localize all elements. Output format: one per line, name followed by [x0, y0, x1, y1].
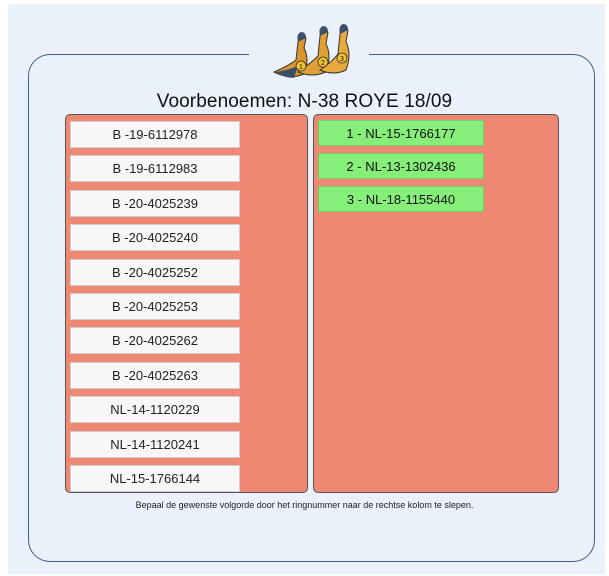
ranked-ring-chip[interactable]: 3 - NL-18-1155440 [318, 186, 484, 212]
ring-chip[interactable]: B -20-4025252 [70, 258, 240, 286]
ring-chip[interactable]: B -20-4025253 [70, 293, 240, 320]
svg-text:1: 1 [299, 64, 303, 71]
ring-chip[interactable]: B -19-6112983 [70, 155, 240, 183]
ring-chip[interactable]: B -20-4025240 [70, 224, 240, 252]
svg-text:3: 3 [340, 56, 344, 63]
page-title: Voorbenoemen: N-38 ROYE 18/09 [156, 91, 453, 112]
ring-chip[interactable]: NL-14-1120229 [70, 396, 240, 424]
unassigned-rings-column[interactable]: B -19-6112978 B -19-6112983 B -20-4025239 B… [65, 114, 308, 493]
pigeons-logo-icon: 1 2 3 [272, 24, 350, 78]
ring-chip[interactable]: NL-15-1766144 [70, 465, 240, 492]
ring-chip[interactable]: B -20-4025263 [70, 361, 240, 389]
svg-text:2: 2 [321, 60, 325, 67]
ring-chip[interactable]: B -20-4025262 [70, 327, 240, 355]
ranked-ring-chip[interactable]: 1 - NL-15-1766177 [318, 120, 484, 146]
ranked-rings-column[interactable]: 1 - NL-15-1766177 2 - NL-13-1302436 3 - NL… [313, 114, 559, 493]
ranked-ring-chip[interactable]: 2 - NL-13-1302436 [318, 153, 484, 179]
instruction-text: Bepaal de gewenste volgorde door het rin… [135, 500, 474, 510]
ring-chip[interactable]: B -20-4025239 [70, 189, 240, 217]
ring-chip[interactable]: NL-14-1120241 [70, 430, 240, 458]
ring-chip[interactable]: B -19-6112978 [70, 121, 240, 148]
